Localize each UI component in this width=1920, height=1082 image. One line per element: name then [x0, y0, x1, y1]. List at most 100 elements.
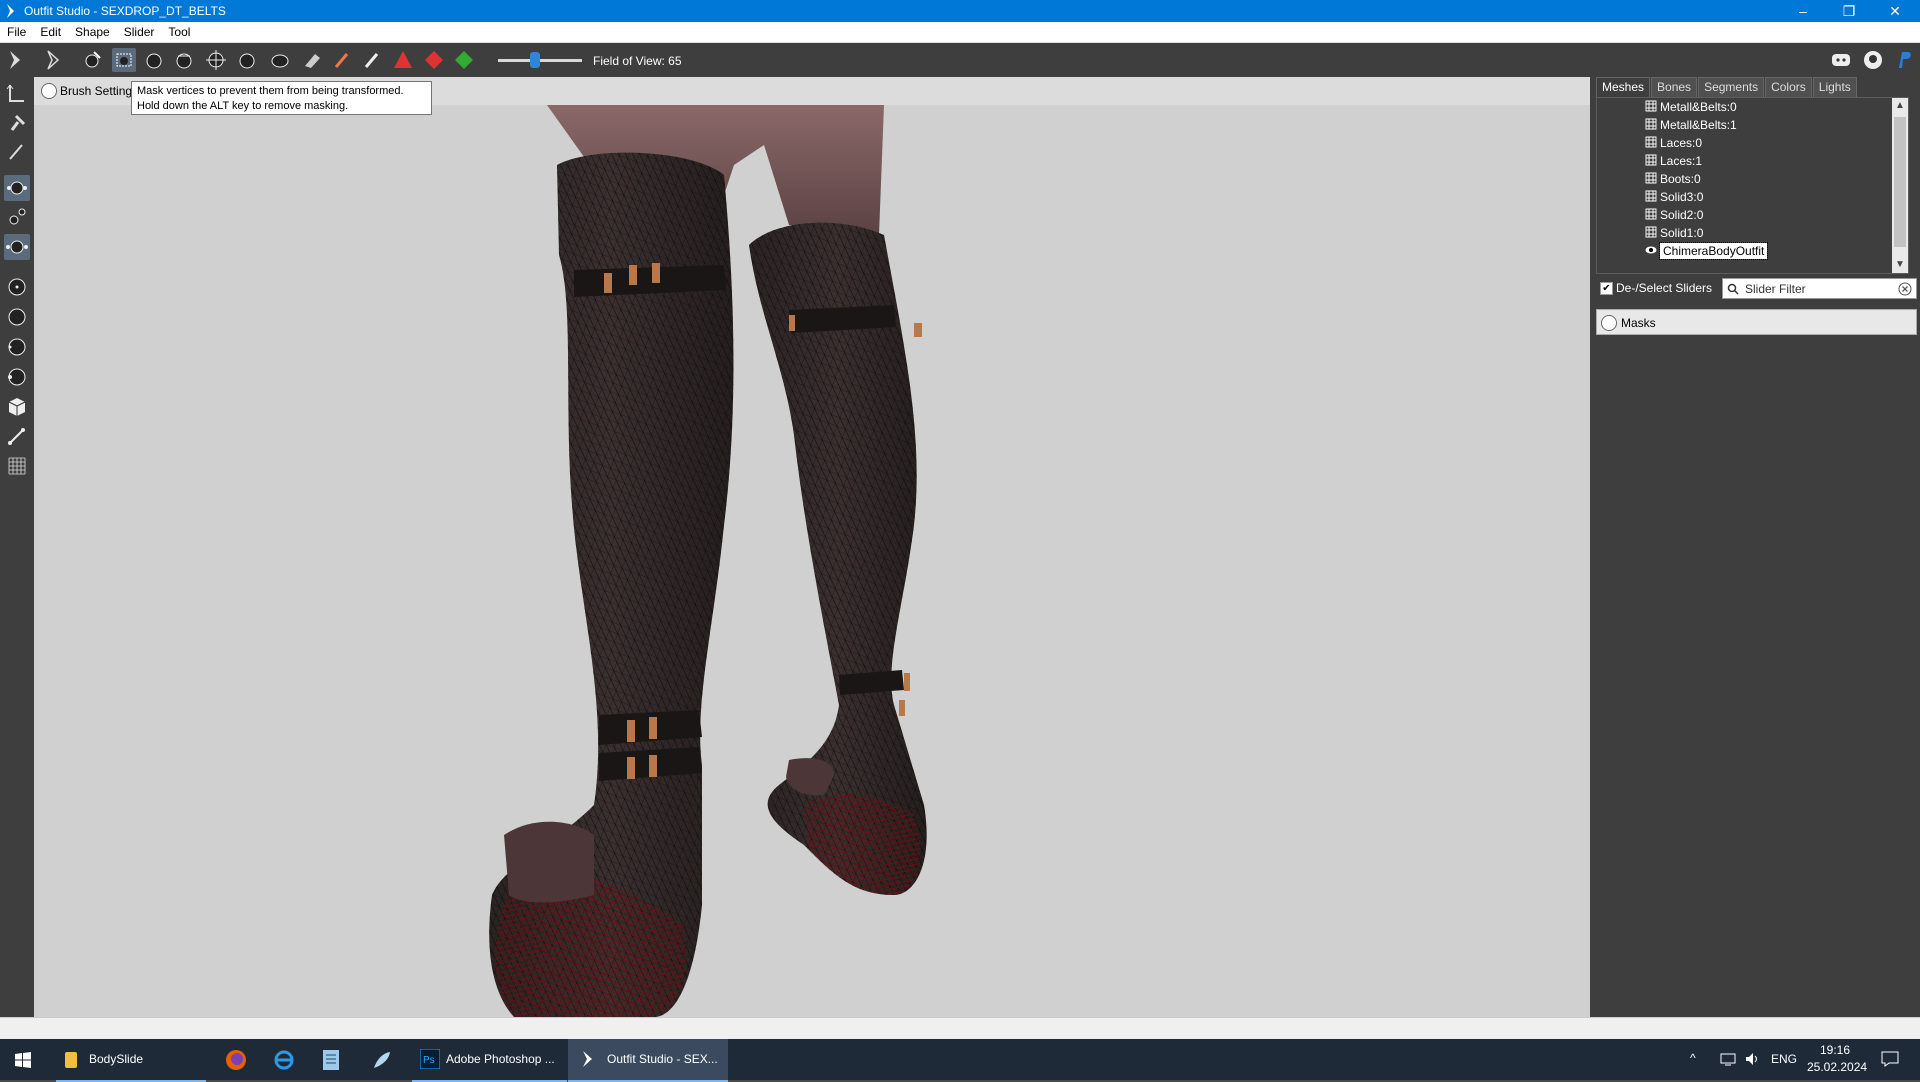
brush-settings-label[interactable]: Brush Setting — [60, 84, 132, 98]
deselect-sliders-label[interactable]: De-/Select Sliders — [1616, 281, 1712, 295]
taskbar-label: Adobe Photoshop ... — [446, 1052, 555, 1066]
window-title: Outfit Studio - SEXDROP_DT_BELTS — [24, 4, 226, 18]
notification-icon[interactable] — [1881, 1051, 1899, 1067]
fov-slider-thumb[interactable] — [530, 52, 540, 68]
move-brush-icon[interactable] — [204, 48, 228, 72]
vertex-view-icon[interactable] — [4, 175, 30, 201]
transform-tool-icon[interactable] — [42, 48, 66, 72]
firefox-icon[interactable] — [225, 1049, 247, 1071]
clock-time[interactable]: 19:16 — [1820, 1043, 1850, 1057]
masks-expand-icon[interactable] — [1601, 315, 1617, 331]
tab-meshes[interactable]: Meshes — [1596, 77, 1651, 98]
list-item[interactable]: Laces:0 — [1645, 134, 1702, 152]
flip-edge-icon[interactable] — [422, 48, 446, 72]
mesh-grid-icon — [1645, 154, 1657, 166]
taskbar-outfit-studio[interactable]: Outfit Studio - SEX... — [568, 1039, 728, 1082]
list-item[interactable]: Solid2:0 — [1645, 206, 1703, 224]
list-item[interactable]: Laces:1 — [1645, 152, 1702, 170]
list-item[interactable]: Solid3:0 — [1645, 188, 1703, 206]
minimize-button[interactable]: – — [1780, 0, 1826, 22]
github-icon[interactable] — [1862, 49, 1884, 71]
outfit-studio-icon — [583, 1051, 592, 1067]
mesh-grid-icon — [1645, 172, 1657, 184]
tab-colors[interactable]: Colors — [1765, 77, 1812, 98]
language-indicator[interactable]: ENG — [1771, 1052, 1797, 1066]
internet-explorer-icon[interactable] — [273, 1049, 295, 1071]
notepad-icon[interactable] — [322, 1049, 340, 1071]
scroll-up-icon[interactable]: ▲ — [1892, 98, 1908, 114]
brush-icon[interactable] — [4, 139, 30, 165]
undiff-brush-icon[interactable] — [268, 48, 292, 72]
tab-segments[interactable]: Segments — [1698, 77, 1765, 98]
deselect-sliders-checkbox[interactable]: ✔ — [1600, 282, 1613, 295]
inflate-brush-icon[interactable] — [142, 48, 166, 72]
anchor-brush-icon[interactable] — [80, 48, 104, 72]
menu-edit[interactable]: Edit — [33, 22, 68, 42]
menu-tool[interactable]: Tool — [161, 22, 197, 42]
deflate-brush-icon[interactable] — [172, 48, 196, 72]
mesh-grid-icon — [1645, 226, 1657, 238]
fov-slider-track[interactable] — [498, 59, 582, 62]
tab-lights[interactable]: Lights — [1812, 77, 1857, 98]
taskbar-bodyslide[interactable]: BodySlide — [56, 1039, 206, 1082]
point-light-icon[interactable] — [4, 274, 30, 300]
feather-icon[interactable] — [371, 1049, 393, 1071]
scrollbar-thumb[interactable] — [1894, 117, 1906, 247]
start-button[interactable] — [0, 1039, 46, 1080]
list-item[interactable]: Solid1:0 — [1645, 224, 1703, 242]
grid-icon[interactable] — [4, 453, 30, 479]
search-icon — [1727, 283, 1739, 295]
erase-brush-icon[interactable] — [300, 48, 324, 72]
svg-text:Ps: Ps — [423, 1055, 435, 1066]
mask-brush-icon[interactable] — [112, 48, 136, 72]
shaded-icon[interactable] — [4, 304, 30, 330]
menu-shape[interactable]: Shape — [68, 22, 117, 42]
list-item-selected[interactable]: ChimeraBodyOutfit — [1645, 242, 1769, 260]
select-tool-icon[interactable] — [4, 48, 28, 72]
tab-bones[interactable]: Bones — [1651, 77, 1698, 98]
3d-viewport[interactable]: Brush Setting — [34, 77, 1590, 1017]
color-brush-icon[interactable] — [360, 48, 384, 72]
eye-icon[interactable] — [1645, 244, 1657, 256]
restore-button[interactable]: ❐ — [1826, 0, 1872, 22]
mesh-label: Boots:0 — [1660, 172, 1701, 186]
texture-icon[interactable] — [4, 364, 30, 390]
mesh-list-scrollbar[interactable]: ▲ ▼ — [1892, 98, 1908, 273]
clock-date[interactable]: 25.02.2024 — [1807, 1060, 1867, 1074]
taskbar-label: BodySlide — [89, 1052, 144, 1066]
bone-icon[interactable] — [4, 423, 30, 449]
mesh-list[interactable]: Metall&Belts:0 Metall&Belts:1 Laces:0 La… — [1596, 97, 1909, 274]
close-button[interactable]: ✕ — [1872, 0, 1918, 22]
slider-filter-field[interactable] — [1722, 278, 1917, 299]
select-mode-icon[interactable] — [4, 81, 30, 107]
mesh-grid-icon — [1645, 190, 1657, 202]
brush-settings-expand-icon[interactable] — [41, 83, 57, 99]
mesh-label: Metall&Belts:0 — [1660, 100, 1737, 114]
menu-file[interactable]: File — [0, 22, 33, 42]
boots-model — [489, 105, 927, 1017]
smooth-shade-icon[interactable] — [4, 334, 30, 360]
paypal-icon[interactable] — [1893, 49, 1915, 71]
masks-section[interactable]: Masks — [1596, 309, 1917, 335]
clear-filter-icon[interactable] — [1898, 282, 1912, 296]
speaker-icon[interactable] — [1745, 1052, 1761, 1066]
chevron-up-icon[interactable]: ^ — [1690, 1051, 1696, 1065]
discord-icon[interactable] — [1830, 49, 1852, 71]
scroll-down-icon[interactable]: ▼ — [1892, 257, 1908, 273]
collapse-vertex-icon[interactable] — [391, 48, 415, 72]
windows-icon — [15, 1052, 31, 1068]
list-item[interactable]: Metall&Belts:0 — [1645, 98, 1737, 116]
weight-brush-icon[interactable] — [330, 48, 354, 72]
split-edge-icon[interactable] — [452, 48, 476, 72]
network-icon[interactable] — [1720, 1052, 1736, 1066]
face-view-icon[interactable] — [4, 234, 30, 260]
smooth-brush-icon[interactable] — [235, 48, 259, 72]
list-item[interactable]: Boots:0 — [1645, 170, 1701, 188]
cube-icon[interactable] — [4, 394, 30, 420]
taskbar-photoshop[interactable]: Ps Adobe Photoshop ... — [412, 1039, 567, 1082]
list-item[interactable]: Metall&Belts:1 — [1645, 116, 1737, 134]
edge-view-icon[interactable] — [4, 204, 30, 230]
slider-filter-input[interactable] — [1743, 281, 1897, 297]
pin-icon[interactable] — [4, 110, 30, 136]
menu-slider[interactable]: Slider — [117, 22, 162, 42]
